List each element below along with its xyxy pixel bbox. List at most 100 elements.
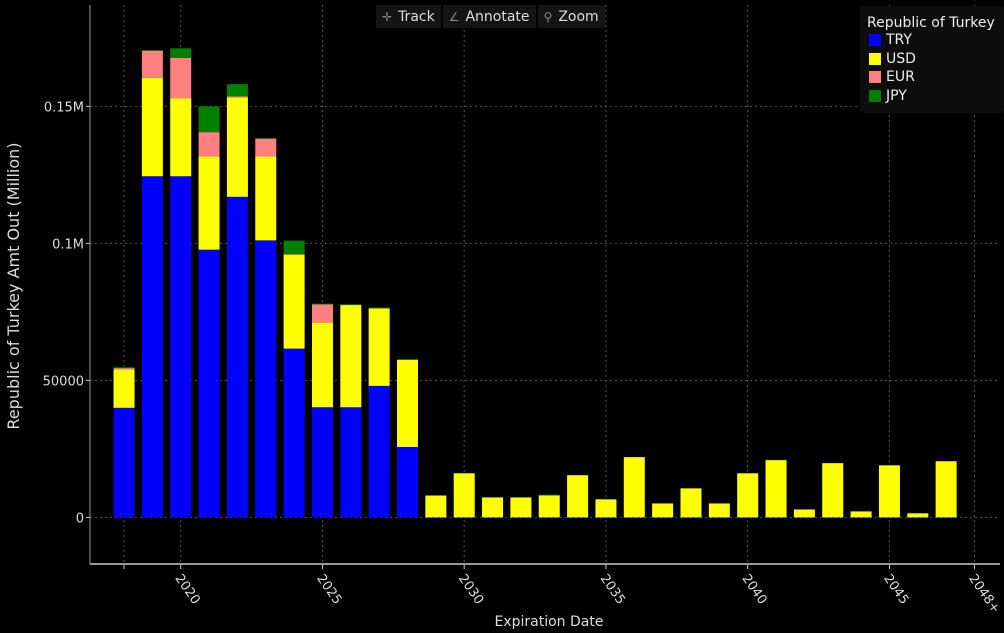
track-button[interactable]: ✛ Track [376,5,441,28]
bar-usd-2036 [623,457,645,518]
legend-swatch [869,34,881,47]
legend-swatch [869,89,881,102]
bar-chart: 0 50000 0.1M 0.15M 2020 2025 2030 2035 2040 2045 2… [4,5,1003,630]
bar-usd-2046 [907,513,929,518]
bar-eur-2018 [113,368,135,370]
bar-try-2026 [340,407,362,518]
legend-label: EUR [886,69,915,86]
bar-usd-2040 [737,473,759,518]
bar-usd-2047 [935,461,957,518]
legend-label: TRY [886,32,912,49]
bars [113,48,957,518]
bar-try-2020 [170,176,192,518]
legend-title: Republic of Turkey [867,15,995,31]
bar-usd-2025 [311,322,333,408]
y-tick-label: 50000 [43,374,84,389]
bar-usd-2034 [567,475,589,518]
bar-usd-2022 [226,97,248,197]
bar-try-2024 [283,348,305,518]
bar-try-2027 [368,385,390,518]
x-tick-label: 2025 [313,572,344,608]
annotate-button[interactable]: ∠ Annotate [442,5,536,28]
legend-item-usd[interactable]: USD [869,50,1004,69]
bar-usd-2026 [340,305,362,408]
bar-eur-2022 [226,96,248,98]
bar-usd-2045 [878,465,900,518]
x-tick-label: 2030 [455,572,486,608]
x-tick-label: 2035 [597,572,628,608]
bar-jpy-2020 [170,48,192,58]
bar-jpy-2033 [538,494,560,496]
bar-usd-2029 [425,495,447,518]
zoom-label: Zoom [558,8,599,25]
bar-usd-2037 [652,503,674,518]
bar-jpy-2023 [255,137,277,139]
chart-toolbar: ✛ Track ∠ Annotate ⚲ Zoom [376,5,605,28]
bar-eur-2025 [311,304,333,323]
bar-jpy-2026 [340,304,362,306]
pencil-icon: ∠ [448,9,460,24]
bar-jpy-2025 [311,303,333,305]
bar-jpy-2022 [226,84,248,97]
x-tick-label: 2048+ [965,572,1003,617]
bar-usd-2030 [453,473,475,518]
y-tick-label: 0.15M [44,100,84,115]
bar-usd-2044 [850,511,872,518]
bar-eur-2021 [198,132,220,157]
annotate-label: Annotate [465,8,530,25]
legend-item-eur[interactable]: EUR [869,68,1004,87]
bar-eur-2020 [170,57,192,99]
x-tick-label: 2020 [171,572,202,608]
bar-usd-2039 [708,503,730,518]
bar-usd-2031 [482,497,504,518]
bar-jpy-2018 [113,367,135,369]
bar-usd-2035 [595,499,617,518]
magnifier-icon: ⚲ [543,9,553,24]
bar-usd-2024 [283,254,305,349]
y-axis-label: Republic of Turkey Amt Out (Million) [4,142,23,429]
bar-try-2023 [255,240,277,518]
legend-swatch [869,71,881,84]
bar-usd-2041 [765,460,787,518]
zoom-button[interactable]: ⚲ Zoom [537,5,605,28]
bar-try-2019 [141,176,163,518]
track-label: Track [398,8,435,25]
bar-usd-2033 [538,495,560,518]
crosshair-icon: ✛ [382,9,393,24]
bar-jpy-2024 [283,240,305,255]
legend-label: JPY [886,87,907,104]
bar-eur-2024 [283,254,305,255]
legend-label: USD [886,50,916,67]
bar-usd-2028 [397,359,419,447]
legend-swatch [869,52,881,65]
legend: Republic of Turkey TRY USD EUR JPY [860,6,1004,113]
y-tick-label: 0 [76,511,84,526]
bar-usd-2019 [141,77,163,177]
bar-jpy-2019 [141,49,163,51]
x-tick-label: 2040 [738,572,769,608]
bar-eur-2023 [255,138,277,157]
bar-usd-2038 [680,488,702,518]
bar-usd-2027 [368,308,390,386]
bar-usd-2043 [822,463,844,518]
bar-usd-2032 [510,497,532,518]
bar-eur-2019 [141,50,163,78]
bar-usd-2021 [198,156,220,250]
bar-usd-2020 [170,98,192,177]
bar-try-2021 [198,249,220,518]
bar-try-2022 [226,196,248,518]
bar-try-2028 [397,446,419,518]
bar-jpy-2021 [198,106,220,133]
bar-usd-2042 [793,509,815,518]
bar-usd-2018 [113,369,135,408]
bar-jpy-2027 [368,307,390,309]
legend-item-try[interactable]: TRY [869,31,1004,50]
legend-item-jpy[interactable]: JPY [869,87,1004,106]
x-axis-label: Expiration Date [495,614,604,630]
x-tick-label: 2045 [880,572,911,608]
bar-try-2018 [113,407,135,518]
y-tick-label: 0.1M [52,237,84,252]
bar-usd-2023 [255,156,277,241]
bar-jpy-2028 [397,359,419,360]
bar-try-2025 [311,407,333,518]
